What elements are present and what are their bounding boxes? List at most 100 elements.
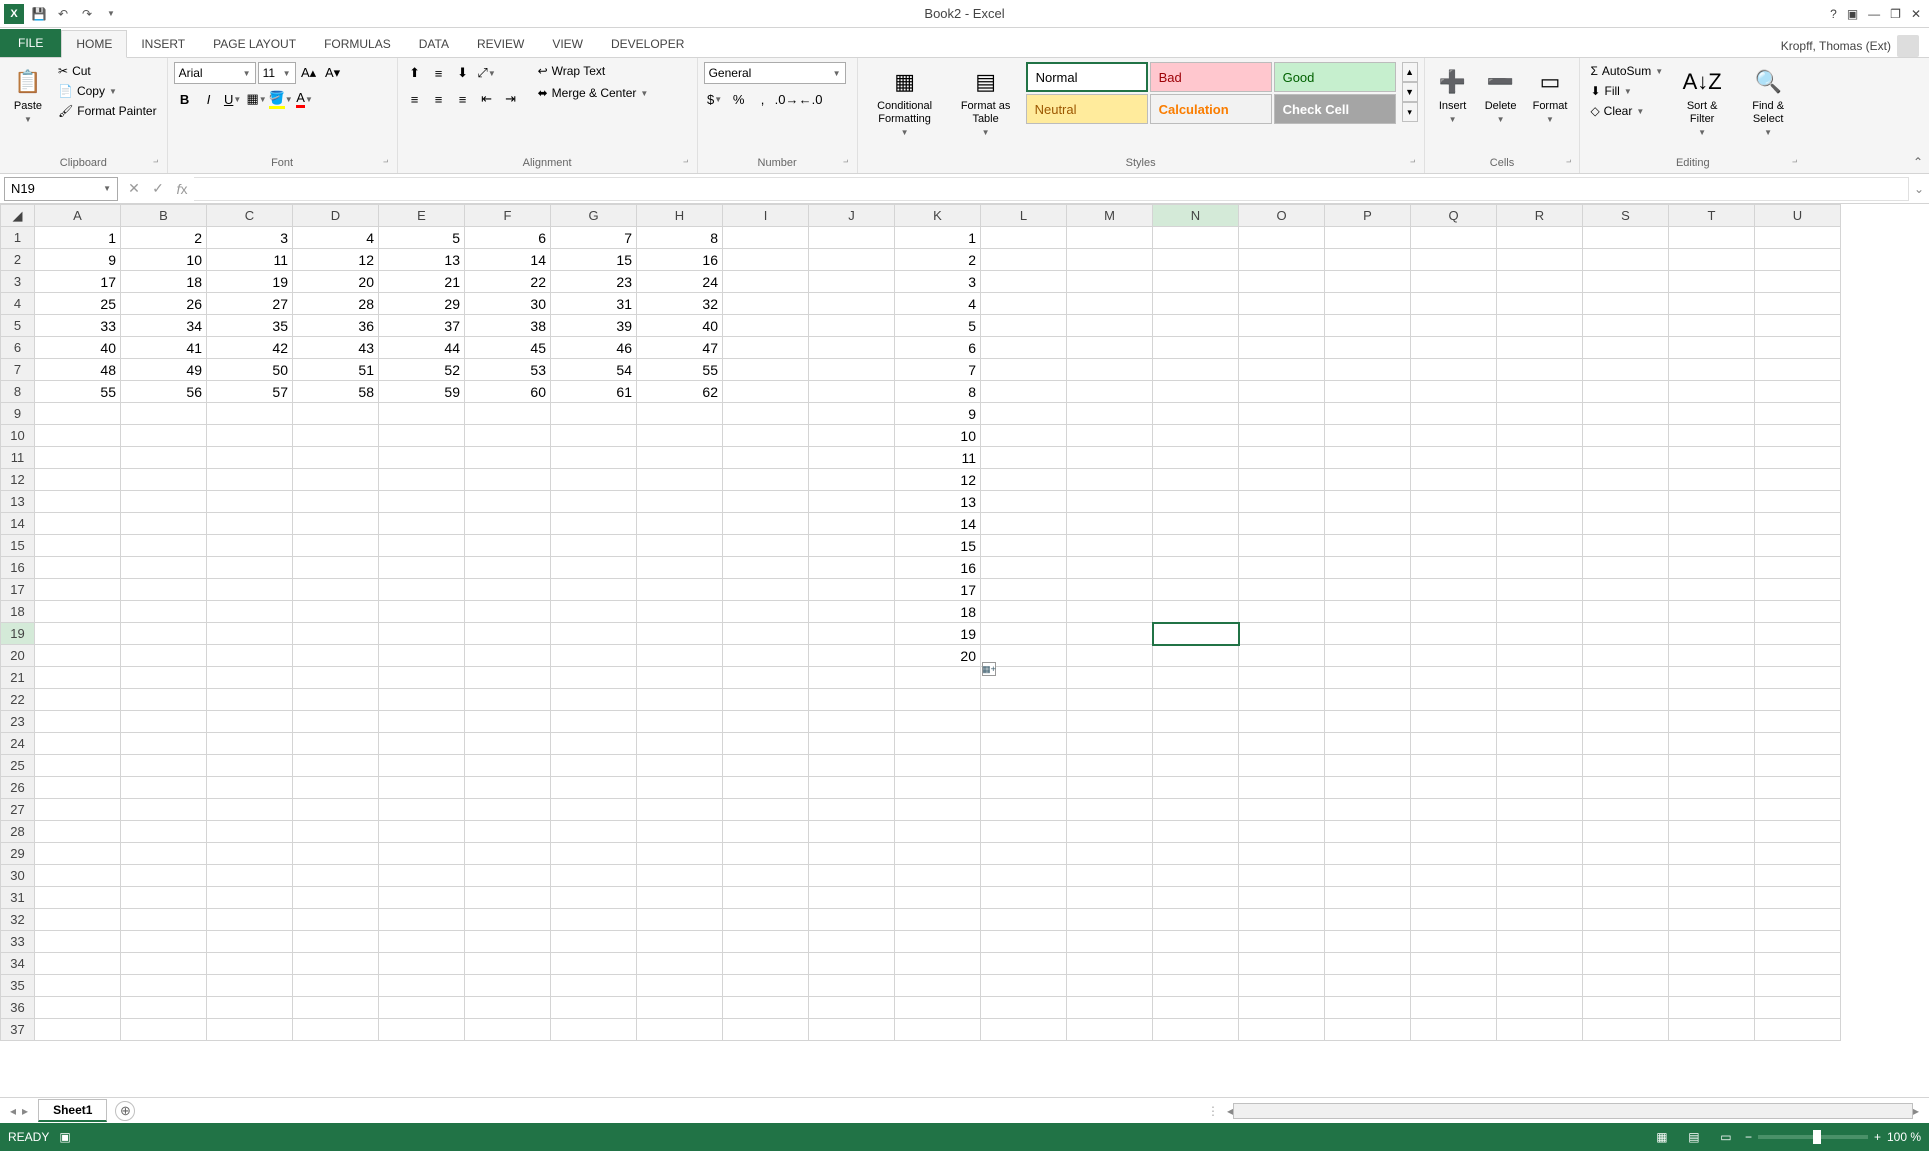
cell-U3[interactable] <box>1755 271 1841 293</box>
cell-E34[interactable] <box>379 953 465 975</box>
enter-formula-icon[interactable]: ✓ <box>146 177 170 201</box>
cell-I6[interactable] <box>723 337 809 359</box>
comma-format-icon[interactable]: , <box>752 88 774 110</box>
cell-D10[interactable] <box>293 425 379 447</box>
cell-J1[interactable] <box>809 227 895 249</box>
cell-E18[interactable] <box>379 601 465 623</box>
cell-F29[interactable] <box>465 843 551 865</box>
row-header-33[interactable]: 33 <box>1 931 35 953</box>
cell-Q6[interactable] <box>1411 337 1497 359</box>
cell-A4[interactable]: 25 <box>35 293 121 315</box>
cell-J32[interactable] <box>809 909 895 931</box>
cell-U6[interactable] <box>1755 337 1841 359</box>
col-header-H[interactable]: H <box>637 205 723 227</box>
cell-B23[interactable] <box>121 711 207 733</box>
cell-C12[interactable] <box>207 469 293 491</box>
cell-S32[interactable] <box>1583 909 1669 931</box>
cell-J26[interactable] <box>809 777 895 799</box>
cell-T31[interactable] <box>1669 887 1755 909</box>
cell-L33[interactable] <box>981 931 1067 953</box>
cell-U2[interactable] <box>1755 249 1841 271</box>
cell-P17[interactable] <box>1325 579 1411 601</box>
cell-F22[interactable] <box>465 689 551 711</box>
redo-icon[interactable]: ↷ <box>78 5 96 23</box>
cell-C5[interactable]: 35 <box>207 315 293 337</box>
cell-E24[interactable] <box>379 733 465 755</box>
cell-F14[interactable] <box>465 513 551 535</box>
cell-J15[interactable] <box>809 535 895 557</box>
close-icon[interactable]: ✕ <box>1911 7 1921 21</box>
conditional-formatting-button[interactable]: ▦ Conditional Formatting▼ <box>864 62 946 142</box>
cell-I4[interactable] <box>723 293 809 315</box>
cell-B29[interactable] <box>121 843 207 865</box>
col-header-Q[interactable]: Q <box>1411 205 1497 227</box>
cell-D23[interactable] <box>293 711 379 733</box>
cell-A35[interactable] <box>35 975 121 997</box>
cell-D9[interactable] <box>293 403 379 425</box>
expand-formula-bar-icon[interactable]: ⌄ <box>1909 182 1929 196</box>
cell-Q21[interactable] <box>1411 667 1497 689</box>
col-header-S[interactable]: S <box>1583 205 1669 227</box>
cell-U10[interactable] <box>1755 425 1841 447</box>
cell-J11[interactable] <box>809 447 895 469</box>
cell-N31[interactable] <box>1153 887 1239 909</box>
cell-F28[interactable] <box>465 821 551 843</box>
style-bad[interactable]: Bad <box>1150 62 1272 92</box>
cell-L36[interactable] <box>981 997 1067 1019</box>
cell-R2[interactable] <box>1497 249 1583 271</box>
cell-D13[interactable] <box>293 491 379 513</box>
zoom-in-icon[interactable]: + <box>1874 1130 1881 1144</box>
cell-S15[interactable] <box>1583 535 1669 557</box>
cell-M11[interactable] <box>1067 447 1153 469</box>
cell-G2[interactable]: 15 <box>551 249 637 271</box>
cell-A24[interactable] <box>35 733 121 755</box>
row-header-8[interactable]: 8 <box>1 381 35 403</box>
cell-Q26[interactable] <box>1411 777 1497 799</box>
align-right-icon[interactable]: ≡ <box>452 88 474 110</box>
cell-B10[interactable] <box>121 425 207 447</box>
cell-O13[interactable] <box>1239 491 1325 513</box>
cell-R21[interactable] <box>1497 667 1583 689</box>
cell-D36[interactable] <box>293 997 379 1019</box>
cell-T28[interactable] <box>1669 821 1755 843</box>
cell-T24[interactable] <box>1669 733 1755 755</box>
cell-T9[interactable] <box>1669 403 1755 425</box>
cell-U24[interactable] <box>1755 733 1841 755</box>
col-header-T[interactable]: T <box>1669 205 1755 227</box>
cell-R11[interactable] <box>1497 447 1583 469</box>
cell-D34[interactable] <box>293 953 379 975</box>
cell-S34[interactable] <box>1583 953 1669 975</box>
cell-S22[interactable] <box>1583 689 1669 711</box>
cell-C11[interactable] <box>207 447 293 469</box>
cell-M32[interactable] <box>1067 909 1153 931</box>
cell-K19[interactable]: 19 <box>895 623 981 645</box>
cell-T6[interactable] <box>1669 337 1755 359</box>
cell-G18[interactable] <box>551 601 637 623</box>
font-name-select[interactable]: Arial▼ <box>174 62 256 84</box>
cell-J33[interactable] <box>809 931 895 953</box>
style-good[interactable]: Good <box>1274 62 1396 92</box>
cell-B36[interactable] <box>121 997 207 1019</box>
cell-A26[interactable] <box>35 777 121 799</box>
cell-N28[interactable] <box>1153 821 1239 843</box>
cell-T23[interactable] <box>1669 711 1755 733</box>
cell-C4[interactable]: 27 <box>207 293 293 315</box>
cell-E32[interactable] <box>379 909 465 931</box>
cell-I3[interactable] <box>723 271 809 293</box>
cell-G29[interactable] <box>551 843 637 865</box>
cell-L18[interactable] <box>981 601 1067 623</box>
cell-E23[interactable] <box>379 711 465 733</box>
cell-K21[interactable] <box>895 667 981 689</box>
cell-G13[interactable] <box>551 491 637 513</box>
cell-E14[interactable] <box>379 513 465 535</box>
cell-M2[interactable] <box>1067 249 1153 271</box>
format-as-table-button[interactable]: ▤ Format as Table▼ <box>950 62 1022 142</box>
cell-F30[interactable] <box>465 865 551 887</box>
cell-B9[interactable] <box>121 403 207 425</box>
sheet-nav-first-icon[interactable]: ◂ <box>10 1104 16 1118</box>
cell-B21[interactable] <box>121 667 207 689</box>
cell-D12[interactable] <box>293 469 379 491</box>
cell-I20[interactable] <box>723 645 809 667</box>
cell-R31[interactable] <box>1497 887 1583 909</box>
cell-R30[interactable] <box>1497 865 1583 887</box>
